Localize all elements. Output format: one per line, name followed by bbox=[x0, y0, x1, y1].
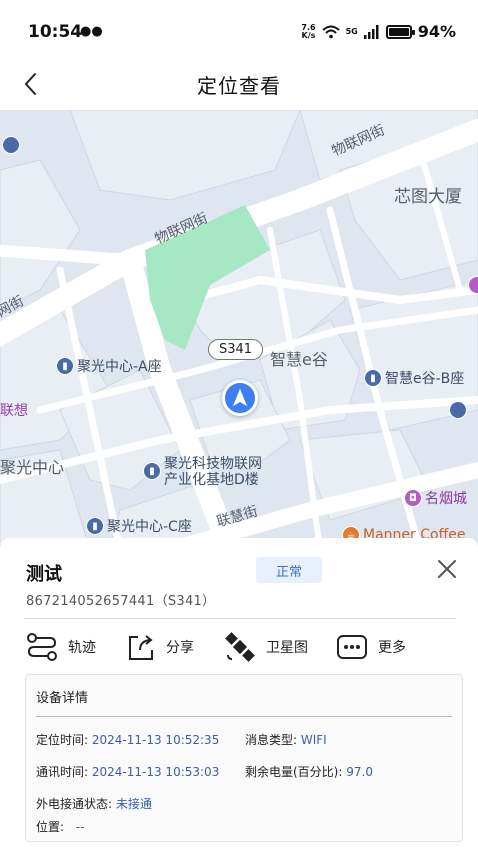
building-icon bbox=[449, 401, 467, 419]
satellite-icon bbox=[225, 632, 255, 662]
share-icon bbox=[129, 635, 153, 660]
building-icon: ▮ bbox=[86, 517, 104, 535]
status-badge: 正常 bbox=[256, 557, 322, 583]
details-title: 设备详情 bbox=[36, 691, 89, 706]
battery-icon bbox=[385, 24, 415, 39]
comm-time-row: 通讯时间: 2024-11-13 10:53:03 bbox=[36, 765, 220, 779]
building-label-1: 芯图大厦 bbox=[394, 187, 462, 207]
wifi-icon bbox=[321, 25, 340, 38]
device-id: 867214052657441（S341） bbox=[26, 594, 216, 609]
device-panel: 测试 正常 867214052657441（S341） 轨迹 分享 卫星图 更多… bbox=[0, 538, 478, 850]
action-bar: 轨迹 分享 卫星图 更多 bbox=[26, 630, 456, 664]
locate-time-row: 定位时间: 2024-11-13 10:52:35 bbox=[36, 733, 220, 747]
network-type: 5G bbox=[345, 27, 358, 36]
position-row: 位置: -- bbox=[36, 820, 85, 834]
battery-row: 剩余电量(百分比): 97.0 bbox=[245, 765, 373, 779]
more-button[interactable]: 更多 bbox=[336, 630, 406, 664]
wechat-icon: ●● bbox=[80, 24, 103, 39]
divider bbox=[24, 618, 456, 619]
page-title: 定位查看 bbox=[197, 74, 281, 98]
building-icon: ▮ bbox=[143, 462, 161, 480]
network-speed: 7.6 K/s bbox=[301, 22, 316, 40]
track-button[interactable]: 轨迹 bbox=[26, 630, 96, 664]
status-icons: 7.6 K/s 5G 94% bbox=[301, 22, 456, 41]
building-icon bbox=[2, 136, 20, 154]
divider bbox=[36, 716, 452, 717]
signal-icon bbox=[363, 24, 379, 39]
building-label-2: 智慧e谷 bbox=[270, 350, 328, 369]
poi-marker-2[interactable]: ▮ 智慧e谷-B座 bbox=[364, 368, 464, 388]
area-label-1: 聚光中心 bbox=[0, 458, 65, 477]
status-time: 10:54 bbox=[28, 22, 83, 42]
area-label-2: 联想 bbox=[0, 403, 28, 419]
poi-marker-1[interactable]: ▮ 聚光中心-A座 bbox=[56, 356, 162, 376]
map-view[interactable]: 物联网街 物联网街 网街 联慧街 芯图大厦 智慧e谷 聚光中心 联想 ▮ 聚光中… bbox=[0, 110, 478, 550]
road-badge: S341 bbox=[208, 339, 264, 360]
poi-marker-4[interactable]: ▮ 聚光中心-C座 bbox=[86, 516, 192, 536]
power-status-row: 外电接通状态: 未接通 bbox=[36, 797, 152, 811]
device-name: 测试 bbox=[26, 564, 62, 585]
navigation-arrow-icon bbox=[233, 389, 247, 406]
building-icon: ▮ bbox=[56, 357, 74, 375]
close-icon bbox=[438, 560, 456, 578]
satellite-button[interactable]: 卫星图 bbox=[224, 630, 308, 664]
share-button[interactable]: 分享 bbox=[126, 630, 194, 664]
close-button[interactable] bbox=[434, 556, 460, 582]
status-bar: 10:54 ●● 7.6 K/s 5G 94% bbox=[0, 0, 478, 64]
more-icon bbox=[337, 635, 367, 659]
building-icon: ▮ bbox=[364, 369, 382, 387]
poi-marker-3[interactable]: ▮ 聚光科技物联网 产业化基地D楼 bbox=[143, 456, 262, 488]
shopping-bag-icon: ◘ bbox=[404, 489, 422, 507]
battery-percent: 94% bbox=[417, 22, 456, 41]
poi-marker-5[interactable]: ◘ 名烟城 bbox=[404, 488, 467, 508]
device-details-card: 设备详情 定位时间: 2024-11-13 10:52:35 消息类型: WIF… bbox=[25, 674, 463, 842]
route-icon bbox=[27, 633, 57, 661]
device-location-marker[interactable] bbox=[222, 380, 258, 416]
message-type-row: 消息类型: WIFI bbox=[245, 733, 327, 747]
nav-bar: 定位查看 bbox=[0, 64, 478, 110]
